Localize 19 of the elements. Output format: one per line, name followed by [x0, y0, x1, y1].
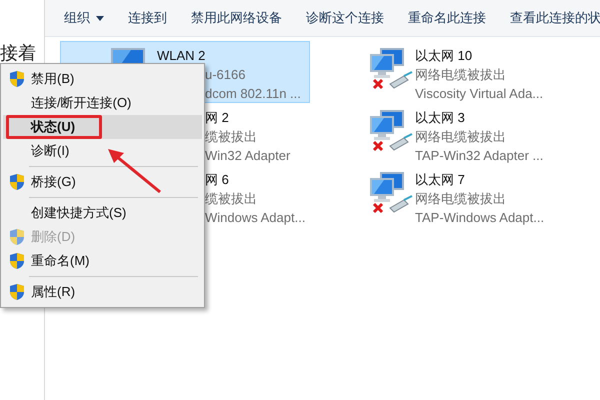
- device-name: Windows Adapt...: [205, 209, 306, 227]
- connection-name: 以太网 7: [415, 171, 466, 189]
- connection-status: 缆被拔出: [205, 128, 258, 146]
- connection-status: 网络电缆被拔出: [415, 66, 507, 84]
- connection-status: u-6166: [205, 66, 246, 84]
- device-name: TAP-Win32 Adapter ...: [415, 147, 544, 165]
- connection-name: 以太网 10: [415, 47, 474, 65]
- device-name: dcom 802.11n ...: [205, 85, 301, 103]
- connection-status: 缆被拔出: [205, 190, 258, 208]
- connection-status: 网络电缆被拔出: [415, 190, 507, 208]
- connection-status: 网络电缆被拔出: [415, 128, 507, 146]
- side-text: 接着: [0, 42, 37, 65]
- connection-name: 以太网 3: [415, 109, 466, 127]
- connection-name: WLAN 2: [157, 47, 206, 65]
- device-name: Viscosity Virtual Ada...: [415, 85, 544, 103]
- connection-name: 网 6: [205, 171, 230, 189]
- device-name: TAP-Windows Adapt...: [415, 209, 544, 227]
- device-name: Win32 Adapter: [205, 147, 290, 165]
- connection-name: 网 2: [205, 109, 230, 127]
